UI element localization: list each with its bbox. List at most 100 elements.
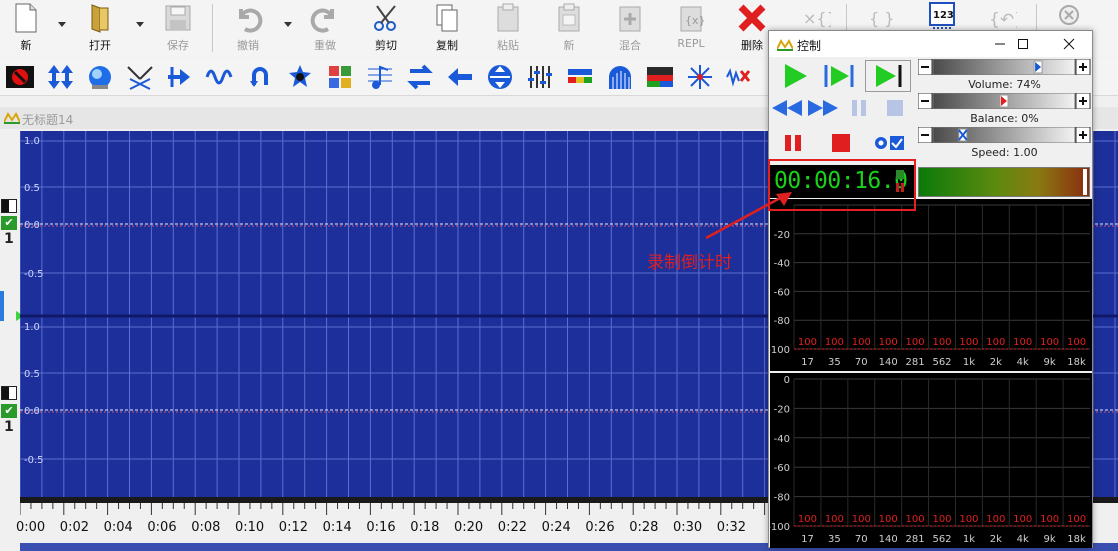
timeline-label: 0:08	[191, 520, 221, 535]
save-button[interactable]: 保存	[152, 2, 204, 54]
db-tick-label: -60	[774, 463, 790, 474]
close-button[interactable]	[1046, 31, 1092, 57]
band-value-label: 100	[852, 514, 871, 525]
zoom-out-icon[interactable]	[1054, 2, 1086, 32]
loop-back-icon[interactable]	[244, 62, 276, 92]
new-dropdown-icon[interactable]	[58, 22, 66, 28]
frequency-label: 9k	[1044, 534, 1056, 545]
frequency-label: 140	[879, 534, 898, 545]
band-value-label: 100	[1067, 514, 1086, 525]
volume-slider[interactable]	[918, 59, 1091, 75]
rewind-button[interactable]	[769, 95, 805, 121]
redo-button[interactable]: 重做	[299, 2, 351, 54]
frequency-label: 2k	[990, 357, 1002, 368]
playhead-marker[interactable]	[0, 291, 4, 321]
envelope-icon[interactable]	[124, 62, 156, 92]
record-pause-button[interactable]	[777, 129, 809, 157]
track-1-solo-toggle[interactable]	[1, 199, 17, 213]
frequency-label: 562	[932, 534, 951, 545]
band-value-label: 100	[906, 514, 925, 525]
new-button[interactable]: 新	[0, 2, 52, 54]
music-note-icon[interactable]	[364, 62, 396, 92]
control-window[interactable]: 控制 Volume: 74% Balance: 0% Speed: 1.00 0…	[767, 30, 1093, 548]
reverb-arch-icon[interactable]	[604, 62, 636, 92]
timeline-label: 0:04	[103, 520, 133, 535]
frequency-label: 4k	[1017, 357, 1029, 368]
waveform-logo-icon	[4, 112, 20, 124]
wave-sine-icon[interactable]	[204, 62, 236, 92]
amplify-orb-icon[interactable]	[84, 62, 116, 92]
frequency-label: 2k	[990, 534, 1002, 545]
band-value-label: 100	[879, 337, 898, 348]
svg-text:{ }: { }	[869, 9, 894, 28]
play-to-end-button[interactable]	[865, 60, 911, 92]
timeline-label: 0:10	[235, 520, 265, 535]
open-button[interactable]: 打开	[74, 2, 126, 54]
reverse-arrow-icon[interactable]	[444, 62, 476, 92]
slider-track	[932, 127, 1076, 143]
invert-icon[interactable]	[484, 62, 516, 92]
plugin-puzzle-icon[interactable]	[324, 62, 356, 92]
band-value-label: 100	[825, 514, 844, 525]
pause-disabled-button[interactable]	[845, 95, 873, 121]
stop-disabled-button[interactable]	[881, 95, 909, 121]
amplitude-tick-label: 0.5	[24, 183, 40, 194]
band-value-label: 100	[986, 337, 1005, 348]
equalizer-icon[interactable]	[524, 62, 556, 92]
band-value-label: 100	[798, 337, 817, 348]
record-pause-icon	[785, 135, 801, 151]
spectrum-analyzer-2: 0 -20 -40 -60 -80 -100 100 17 100 35 100 70 100 140 10…	[767, 373, 1092, 548]
paste-button[interactable]: 粘贴	[482, 2, 534, 54]
record-stop-button[interactable]	[825, 129, 857, 157]
copy-button[interactable]: 复制	[421, 2, 473, 54]
play-selection-button[interactable]	[821, 61, 857, 91]
fast-forward-icon	[808, 100, 838, 116]
timeline-label: 0:16	[366, 520, 396, 535]
replace-button[interactable]: {x} REPL	[665, 2, 717, 54]
track-2-enable-checkbox[interactable]: ✔	[1, 404, 17, 418]
open-dropdown-icon[interactable]	[136, 22, 144, 28]
timeline-label: 0:00	[16, 520, 46, 535]
stop-disabled-icon	[887, 100, 903, 116]
undo-dropdown-icon[interactable]	[284, 22, 292, 28]
band-value-label: 100	[959, 337, 978, 348]
frequency-label: 35	[828, 534, 841, 545]
frequency-label: 140	[879, 357, 898, 368]
stop-record-icon[interactable]	[4, 62, 36, 92]
compressor-icon[interactable]	[284, 62, 316, 92]
noise-reduction-icon[interactable]	[724, 62, 756, 92]
new-from-clipboard-button[interactable]: 新	[543, 2, 595, 54]
band-value-label: 100	[932, 337, 951, 348]
control-titlebar[interactable]: 控制	[769, 31, 1092, 57]
cut-button[interactable]: 剪切	[360, 2, 412, 54]
svg-text:{x}: {x}	[685, 14, 705, 27]
maximize-button[interactable]	[1000, 31, 1046, 57]
numbers-123-icon[interactable]: 123	[926, 2, 958, 32]
record-options-icon	[875, 136, 904, 150]
fast-forward-button[interactable]	[805, 95, 841, 121]
track-2-solo-toggle[interactable]	[1, 386, 17, 400]
db-tick-label: -60	[774, 287, 790, 298]
speed-slider[interactable]	[918, 127, 1091, 143]
noise-generator-icon[interactable]	[644, 62, 676, 92]
record-options-button[interactable]	[869, 129, 909, 157]
undo-button[interactable]: 撤销	[222, 2, 274, 54]
balance-slider[interactable]	[918, 93, 1091, 109]
control-title: 控制	[797, 39, 822, 53]
db-tick-label: -40	[774, 434, 790, 445]
band-value-label: 100	[906, 337, 925, 348]
fade-in-icon[interactable]	[164, 62, 196, 92]
swap-channels-icon[interactable]	[404, 62, 436, 92]
band-value-label: 100	[825, 337, 844, 348]
timeline-label: 0:22	[497, 520, 527, 535]
db-tick-label: -20	[774, 404, 790, 415]
normalize-arrows-icon[interactable]	[44, 62, 76, 92]
spectrum-2-plot: 0 -20 -40 -60 -80 -100 100 17 100 35 100 70 100 140 10…	[767, 375, 1090, 545]
clipboard-new-icon	[554, 2, 584, 34]
play-button[interactable]	[777, 61, 813, 91]
rewind-icon	[772, 100, 802, 116]
mix-button[interactable]: 混合	[604, 2, 656, 54]
track-1-enable-checkbox[interactable]: ✔	[1, 216, 17, 230]
click-removal-icon[interactable]	[684, 62, 716, 92]
spectrum-colors-icon[interactable]	[564, 62, 596, 92]
